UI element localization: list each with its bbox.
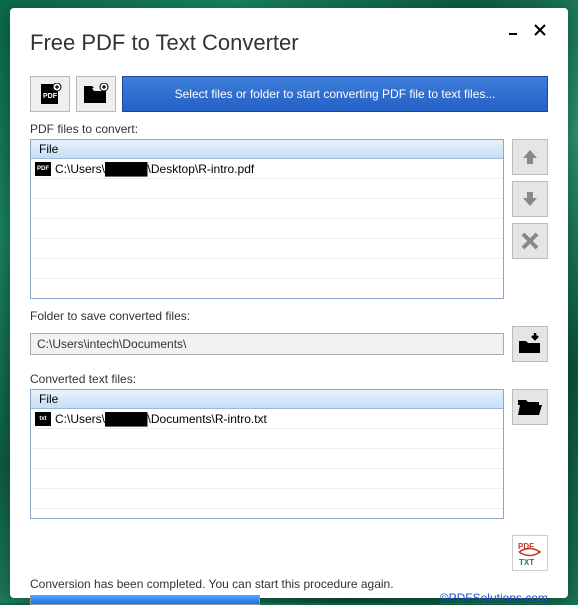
arrow-down-icon (520, 189, 540, 209)
empty-row (31, 429, 503, 449)
svg-text:TXT: TXT (519, 558, 534, 567)
empty-row (31, 179, 503, 199)
converted-list-section: File txt C:\Users\█████\Documents\R-intr… (30, 389, 548, 519)
save-folder-row (30, 326, 548, 362)
list-item[interactable]: txt C:\Users\█████\Documents\R-intro.txt (31, 409, 503, 429)
app-window: Free PDF to Text Converter PDF (10, 8, 568, 598)
toolbar: PDF Select files or folder to start conv… (30, 76, 548, 112)
converted-files-label: Converted text files: (30, 372, 548, 386)
pdf-file-icon: PDF (38, 83, 62, 105)
folder-plus-icon (83, 83, 109, 105)
pdf-list-controls (512, 139, 548, 299)
close-button[interactable] (532, 22, 548, 38)
pdf-list-column-header[interactable]: File (31, 140, 503, 159)
empty-row (31, 489, 503, 509)
select-files-button[interactable]: Select files or folder to start converti… (122, 76, 548, 112)
empty-row (31, 219, 503, 239)
file-path: C:\Users\█████\Documents\R-intro.txt (55, 412, 267, 426)
txt-icon: txt (35, 412, 51, 426)
bottom-actions: PDF TXT (30, 535, 548, 571)
status-message: Conversion has been completed. You can s… (30, 577, 440, 591)
pdf-list-body: PDF C:\Users\█████\Desktop\R-intro.pdf (31, 159, 503, 299)
select-files-label: Select files or folder to start converti… (175, 87, 496, 101)
converted-files-listbox[interactable]: File txt C:\Users\█████\Documents\R-intr… (30, 389, 504, 519)
empty-row (31, 469, 503, 489)
empty-row (31, 449, 503, 469)
folder-open-icon (517, 397, 543, 417)
move-down-button[interactable] (512, 181, 548, 217)
save-folder-label: Folder to save converted files: (30, 309, 548, 323)
pdf-files-label: PDF files to convert: (30, 122, 548, 136)
remove-button[interactable] (512, 223, 548, 259)
empty-row (31, 259, 503, 279)
minimize-button[interactable] (506, 22, 522, 38)
pdf-list-section: File PDF C:\Users\█████\Desktop\R-intro.… (30, 139, 548, 299)
move-up-button[interactable] (512, 139, 548, 175)
pdf-to-txt-button[interactable]: PDF TXT (512, 535, 548, 571)
pdf-to-txt-icon: PDF TXT (516, 539, 544, 567)
status-area: Conversion has been completed. You can s… (30, 577, 548, 605)
browse-folder-button[interactable] (512, 326, 548, 362)
open-folder-button[interactable] (512, 389, 548, 425)
converted-list-column-header[interactable]: File (31, 390, 503, 409)
save-folder-input[interactable] (30, 333, 504, 355)
window-controls (506, 22, 548, 38)
list-item[interactable]: PDF C:\Users\█████\Desktop\R-intro.pdf (31, 159, 503, 179)
empty-row (31, 199, 503, 219)
converted-list-controls (512, 389, 548, 519)
folder-download-icon (518, 333, 542, 355)
empty-row (31, 279, 503, 299)
add-pdf-file-button[interactable]: PDF (30, 76, 70, 112)
empty-row (31, 239, 503, 259)
window-title: Free PDF to Text Converter (30, 30, 299, 56)
progress-bar (30, 595, 260, 605)
add-folder-button[interactable] (76, 76, 116, 112)
pdf-icon: PDF (35, 162, 51, 176)
x-icon (520, 231, 540, 251)
arrow-up-icon (520, 147, 540, 167)
converted-list-body: txt C:\Users\█████\Documents\R-intro.txt (31, 409, 503, 518)
titlebar: Free PDF to Text Converter (30, 22, 548, 56)
file-path: C:\Users\█████\Desktop\R-intro.pdf (55, 162, 254, 176)
pdf-files-listbox[interactable]: File PDF C:\Users\█████\Desktop\R-intro.… (30, 139, 504, 299)
svg-text:PDF: PDF (43, 93, 58, 100)
